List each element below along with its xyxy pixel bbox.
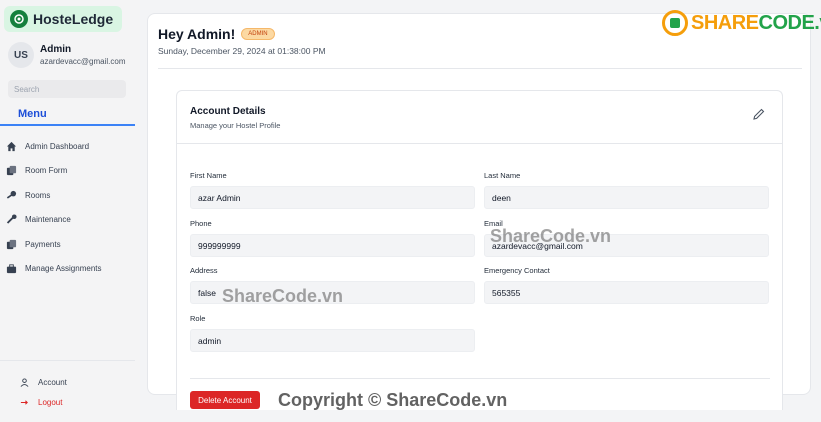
emergency-contact-label: Emergency Contact: [484, 266, 550, 275]
watermark-text: ShareCode.vn: [490, 226, 612, 246]
form-divider: [190, 378, 770, 379]
search-input[interactable]: [8, 80, 126, 98]
briefcase-icon: [6, 264, 17, 274]
first-name-field[interactable]: [190, 186, 475, 209]
pencil-icon: [753, 108, 765, 120]
logout-button[interactable]: Logout: [20, 392, 67, 412]
role-badge: ADMIN: [241, 28, 275, 40]
card-subtitle: Manage your Hostel Profile: [190, 121, 281, 130]
header-divider: [158, 68, 802, 69]
delete-account-button[interactable]: Delete Account: [190, 391, 260, 409]
sidebar-item-label: Rooms: [25, 190, 51, 200]
edit-button[interactable]: [752, 107, 766, 121]
avatar: US: [8, 42, 34, 68]
emergency-contact-field[interactable]: [484, 281, 769, 304]
sidebar-item-label: Payments: [25, 239, 61, 249]
copyright-watermark: Copyright © ShareCode.vn: [278, 390, 508, 410]
sharecode-logo: SHARECODE.vn: [662, 10, 821, 36]
sharecode-brand: SHARECODE.vn: [691, 11, 821, 34]
wrench-icon: [6, 214, 17, 224]
sidebar-item-label: Admin Dashboard: [25, 141, 90, 151]
user-email: azardevacc@gmail.com: [40, 57, 126, 66]
address-label: Address: [190, 266, 218, 275]
user-name: Admin: [40, 44, 72, 55]
main-panel: Hey Admin! ADMIN Sunday, December 29, 20…: [147, 13, 811, 410]
sidebar-item-label: Account: [38, 377, 67, 387]
role-field[interactable]: [190, 329, 475, 352]
greeting: Hey Admin! ADMIN: [158, 26, 275, 42]
sidebar-item-admin-dashboard[interactable]: Admin Dashboard: [6, 134, 102, 159]
sidebar-nav: Admin Dashboard Room Form Rooms Maintena…: [6, 134, 102, 281]
documents-icon: [6, 239, 17, 249]
sidebar-item-manage-assignments[interactable]: Manage Assignments: [6, 257, 102, 282]
phone-field[interactable]: [190, 234, 475, 257]
current-datetime: Sunday, December 29, 2024 at 01:38:00 PM: [158, 46, 326, 56]
sidebar-item-label: Manage Assignments: [25, 264, 102, 274]
app-name: HosteLedge: [33, 11, 114, 27]
menu-title: Menu: [18, 108, 47, 120]
card-title: Account Details: [190, 106, 266, 117]
logo-icon: [10, 10, 28, 28]
sidebar-item-account[interactable]: Account: [20, 372, 67, 392]
user-profile: US Admin azardevacc@gmail.com: [8, 42, 125, 68]
last-name-field[interactable]: [484, 186, 769, 209]
app-logo[interactable]: HosteLedge: [4, 6, 122, 32]
sidebar-bottom-nav: Account Logout: [20, 372, 67, 412]
sidebar: HosteLedge US Admin azardevacc@gmail.com…: [0, 0, 140, 422]
sidebar-item-label: Room Form: [25, 166, 68, 176]
sidebar-item-maintenance[interactable]: Maintenance: [6, 208, 102, 233]
logout-icon: [20, 399, 28, 405]
logout-label: Logout: [38, 397, 63, 407]
first-name-label: First Name: [190, 171, 227, 180]
sidebar-item-room-form[interactable]: Room Form: [6, 159, 102, 184]
card-divider: [177, 143, 782, 144]
key-icon: [6, 190, 17, 199]
account-details-card: Account Details Manage your Hostel Profi…: [176, 90, 783, 410]
last-name-label: Last Name: [484, 171, 521, 180]
sidebar-item-rooms[interactable]: Rooms: [6, 183, 102, 208]
documents-icon: [6, 166, 17, 176]
sidebar-divider: [0, 360, 135, 361]
home-icon: [6, 141, 17, 151]
user-icon: [20, 377, 29, 387]
sidebar-item-payments[interactable]: Payments: [6, 232, 102, 257]
menu-underline: [0, 124, 135, 126]
sidebar-item-label: Maintenance: [25, 215, 71, 225]
role-label: Role: [190, 314, 206, 323]
sharecode-icon: [662, 10, 688, 36]
phone-label: Phone: [190, 219, 212, 228]
page-title: Hey Admin!: [158, 26, 236, 42]
watermark-text: ShareCode.vn: [222, 286, 344, 306]
